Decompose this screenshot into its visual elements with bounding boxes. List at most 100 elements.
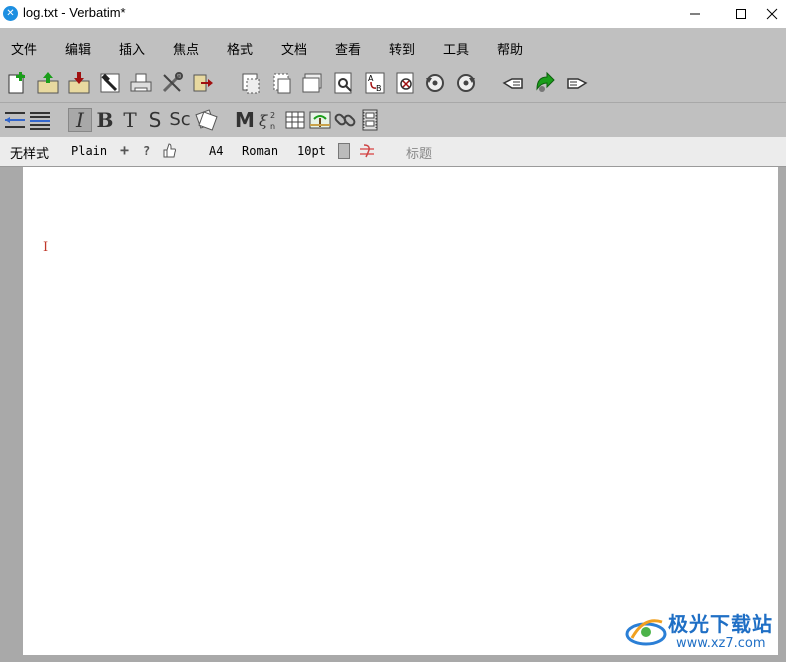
menu-bar: 文件 编辑 插入 焦点 格式 文档 查看 转到 工具 帮助 <box>0 28 786 66</box>
format-toolbar: I B T S Sc M ξ2 n <box>0 102 786 137</box>
strike-label: S <box>148 108 162 132</box>
open-file-icon <box>37 72 59 94</box>
find-button[interactable] <box>332 71 356 95</box>
maximize-icon <box>736 9 746 19</box>
forward-hand-icon <box>567 78 588 89</box>
smallcaps-label: Sc <box>169 109 191 130</box>
undo-icon <box>426 74 444 92</box>
font-size-selector[interactable]: 10pt <box>297 144 326 158</box>
title-bar: ✕ log.txt - Verbatim* <box>0 0 786 28</box>
menu-view[interactable]: 查看 <box>335 39 361 58</box>
paste-button[interactable] <box>301 71 325 95</box>
print-button[interactable] <box>129 71 153 95</box>
typewriter-label: T <box>123 108 137 132</box>
clear-find-button[interactable] <box>394 71 418 95</box>
print-icon <box>130 73 152 92</box>
menu-tools[interactable]: 工具 <box>443 39 469 58</box>
color-selector[interactable] <box>358 143 376 159</box>
exit-icon <box>193 74 213 92</box>
forward-button[interactable] <box>564 71 588 95</box>
build-hammer-icon <box>100 73 120 93</box>
outdent-icon <box>30 112 50 130</box>
cut-button[interactable] <box>239 71 263 95</box>
tools-button[interactable] <box>160 71 184 95</box>
back-button[interactable] <box>502 71 526 95</box>
open-file-button[interactable] <box>36 71 60 95</box>
typewriter-button[interactable]: T <box>118 108 142 132</box>
paste-icon <box>302 73 322 93</box>
minimize-icon <box>690 13 700 15</box>
bold-label: B <box>96 108 114 132</box>
link-icon <box>334 113 356 127</box>
redo-button[interactable] <box>454 71 478 95</box>
link-button[interactable] <box>333 108 357 132</box>
font-family-selector[interactable]: Roman <box>242 144 278 158</box>
editor-area: I <box>0 167 786 662</box>
window-title: log.txt - Verbatim* <box>23 5 126 20</box>
note-button[interactable] <box>194 108 218 132</box>
strike-button[interactable]: S <box>143 108 167 132</box>
clear-find-icon <box>396 72 414 94</box>
film-icon <box>362 109 378 131</box>
bold-button[interactable]: B <box>93 108 117 132</box>
document-canvas[interactable]: I <box>23 167 778 655</box>
build-button[interactable] <box>98 71 122 95</box>
menu-help[interactable]: 帮助 <box>497 39 523 58</box>
main-toolbar: AB <box>0 66 786 102</box>
new-file-button[interactable] <box>5 71 29 95</box>
svg-text:n: n <box>270 122 275 131</box>
table-button[interactable] <box>283 108 307 132</box>
image-icon <box>309 111 331 129</box>
menu-edit[interactable]: 编辑 <box>65 39 91 58</box>
menu-file[interactable]: 文件 <box>11 39 37 58</box>
color-strike-icon <box>360 144 374 158</box>
equation-button[interactable]: ξ2 n <box>258 108 282 132</box>
copy-icon <box>273 73 291 94</box>
tools-icon <box>162 72 183 93</box>
watermark-url: www.xz7.com <box>676 636 766 651</box>
indent-button[interactable] <box>3 108 27 132</box>
italic-label: I <box>76 108 84 132</box>
italic-button[interactable]: I <box>68 108 92 132</box>
menu-document[interactable]: 文档 <box>281 39 307 58</box>
jump-icon <box>536 71 555 92</box>
save-file-button[interactable] <box>67 71 91 95</box>
thumbs-up-icon <box>163 143 176 158</box>
equation-icon: ξ 2 n <box>259 111 275 131</box>
replace-button[interactable]: AB <box>363 71 387 95</box>
help-button[interactable]: ? <box>143 144 150 158</box>
heading-selector[interactable]: 标题 <box>406 143 432 162</box>
note-icon <box>195 109 218 131</box>
smallcaps-button[interactable]: Sc <box>168 108 192 132</box>
style-bar: 无样式 Plain + ? A4 Roman 10pt 标题 <box>0 137 786 167</box>
text-cursor: I <box>43 240 49 255</box>
paper-size[interactable]: A4 <box>209 144 223 158</box>
watermark-logo-icon <box>625 619 667 646</box>
redo-icon <box>457 74 475 92</box>
undo-button[interactable] <box>423 71 447 95</box>
minimize-button[interactable] <box>672 0 718 28</box>
outdent-button[interactable] <box>28 108 52 132</box>
svg-text:A: A <box>368 74 374 83</box>
menu-insert[interactable]: 插入 <box>119 39 145 58</box>
page-color-swatch[interactable] <box>338 143 350 159</box>
math-button[interactable]: M <box>233 108 257 132</box>
variant-selector[interactable]: Plain <box>71 144 107 158</box>
math-label: M <box>235 108 255 132</box>
add-button[interactable]: + <box>120 141 129 159</box>
image-button[interactable] <box>308 108 332 132</box>
close-icon <box>766 8 777 20</box>
exit-button[interactable] <box>191 71 215 95</box>
watermark-name: 极光下载站 <box>668 612 773 636</box>
find-icon <box>334 72 352 94</box>
style-selector[interactable]: 无样式 <box>10 143 49 162</box>
svg-text:ξ: ξ <box>259 112 268 130</box>
copy-button[interactable] <box>270 71 294 95</box>
close-button[interactable] <box>757 0 786 28</box>
menu-focus[interactable]: 焦点 <box>173 39 199 58</box>
menu-format[interactable]: 格式 <box>227 39 253 58</box>
menu-goto[interactable]: 转到 <box>389 39 415 58</box>
jump-button[interactable] <box>533 71 557 95</box>
thumbs-up-button[interactable] <box>160 142 178 160</box>
film-button[interactable] <box>358 108 382 132</box>
